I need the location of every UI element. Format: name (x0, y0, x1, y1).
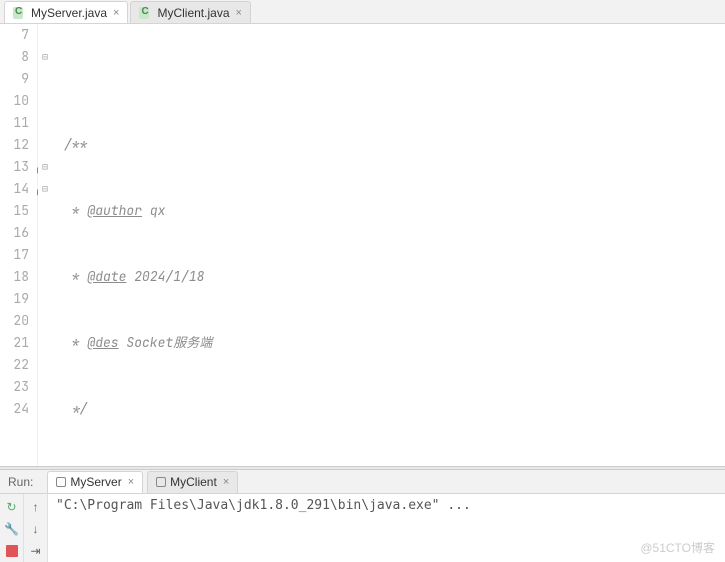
fold-icon[interactable]: ⊟ (42, 156, 48, 178)
run-toolbar-left: ↻ 🔧 (0, 494, 24, 562)
soft-wrap-icon[interactable]: ⇥ (27, 542, 45, 560)
run-label: Run: (4, 475, 37, 489)
wrench-icon[interactable]: 🔧 (3, 520, 21, 538)
close-icon[interactable]: × (128, 476, 134, 488)
line-14[interactable]: 14▶ (0, 178, 29, 200)
java-class-icon (139, 6, 153, 20)
run-tab-myclient[interactable]: MyClient × (147, 471, 238, 493)
up-icon[interactable]: ↑ (27, 498, 45, 516)
tab-label: MyClient.java (157, 6, 229, 20)
fold-column: ⊟ ⊟ ⊟ (38, 24, 58, 466)
tab-myclient[interactable]: MyClient.java × (130, 1, 250, 23)
watermark: @51CTO博客 (640, 539, 715, 556)
run-config-icon (156, 477, 166, 487)
line-gutter: 7 8 9 10 11 12 13▶ 14▶ 15 16 17 18 19 20… (0, 24, 38, 466)
run-panel: Run: MyServer × MyClient × ↻ 🔧 ↑ ↓ ⇥ "C:… (0, 470, 725, 562)
stop-button[interactable] (3, 542, 21, 560)
run-toolbar-2: ↑ ↓ ⇥ (24, 494, 48, 562)
code-editor[interactable]: 7 8 9 10 11 12 13▶ 14▶ 15 16 17 18 19 20… (0, 24, 725, 466)
run-tabs: Run: MyServer × MyClient × (0, 470, 725, 494)
rerun-icon[interactable]: ↻ (3, 498, 21, 516)
fold-icon[interactable]: ⊟ (42, 178, 48, 200)
close-icon[interactable]: × (113, 7, 119, 19)
down-icon[interactable]: ↓ (27, 520, 45, 538)
close-icon[interactable]: × (223, 476, 229, 488)
code-area[interactable]: /** * @author qx * @date 2024/1/18 * @de… (58, 24, 725, 466)
console-output[interactable]: "C:\Program Files\Java\jdk1.8.0_291\bin\… (48, 494, 725, 562)
line-13[interactable]: 13▶ (0, 156, 29, 178)
close-icon[interactable]: × (236, 7, 242, 19)
run-tab-label: MyServer (70, 475, 121, 489)
run-tab-label: MyClient (170, 475, 217, 489)
tab-myserver[interactable]: MyServer.java × (4, 1, 128, 23)
tab-label: MyServer.java (31, 6, 107, 20)
run-tab-myserver[interactable]: MyServer × (47, 471, 143, 493)
run-config-icon (56, 477, 66, 487)
fold-icon[interactable]: ⊟ (42, 46, 48, 68)
editor-tabs: MyServer.java × MyClient.java × (0, 0, 725, 24)
java-class-icon (13, 6, 27, 20)
